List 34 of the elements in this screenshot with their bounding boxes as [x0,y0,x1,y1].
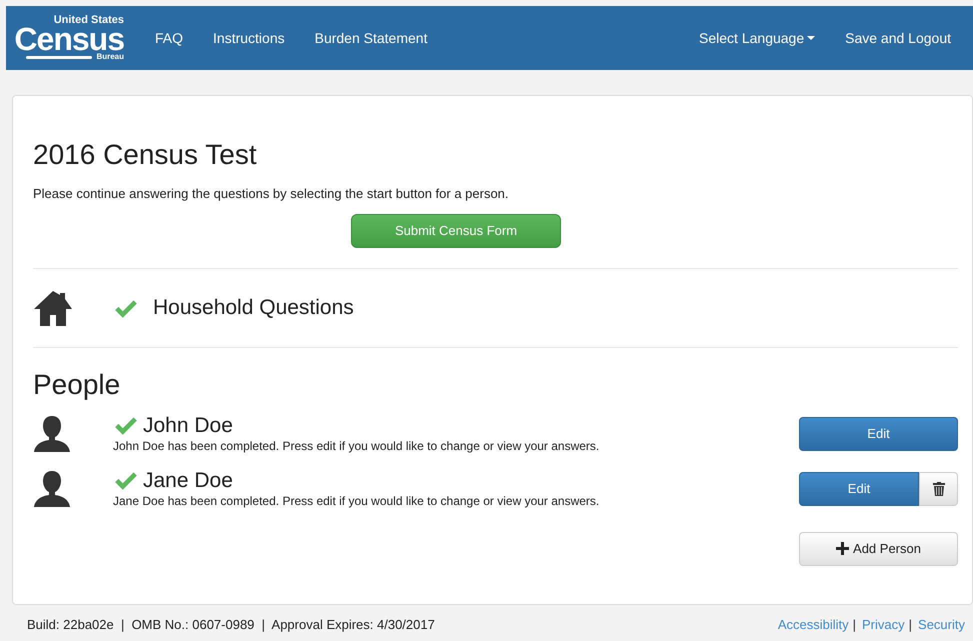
footer-info: Build: 22ba02e | OMB No.: 0607-0989 | Approval Expires: 4/30/2017 [27,616,435,634]
page-title: 2016 Census Test [33,138,258,172]
footer-link[interactable]: Accessibility [778,615,849,634]
house-icon [33,288,73,326]
logo-text: Census [14,26,124,54]
edit-button[interactable]: Edit [799,417,958,452]
delete-button[interactable] [919,472,958,506]
submit-button[interactable]: Submit Census Form [351,214,561,248]
logo-text: United States [54,14,124,26]
nav-link[interactable]: Instructions [198,28,300,48]
language-dropdown[interactable]: Select Language [684,28,830,48]
edit-button[interactable]: Edit [799,472,919,506]
separator-text: | [908,616,912,634]
separator-text: | [852,616,856,634]
caret-icon [807,36,816,40]
footer-link[interactable]: Privacy [862,615,905,634]
plus-icon [836,542,850,556]
person-name: Jane Doe [143,468,233,492]
person-name: John Doe [143,414,233,437]
nav-link[interactable]: FAQ [140,28,198,48]
status-text: John Doe has been completed. Press edit if you would like to change or view your answers. [113,438,600,455]
section-heading[interactable]: Household Questions [153,292,354,324]
trash-icon [932,482,944,496]
people-heading: People [33,368,122,402]
status-text: Jane Doe has been completed. Press edit if you would like to change or view your answers. [113,492,600,510]
person-icon [33,470,71,508]
logo-text: Bureau [96,53,124,62]
person-icon [33,415,71,454]
logo-underline [26,56,92,59]
nav-link[interactable]: Save and Logout [830,28,953,48]
nav-link[interactable]: Burden Statement [300,28,442,48]
footer-link[interactable]: Security [918,615,965,634]
instructions-text: Please continue answering the questions by selecting the start button for a person. [33,185,510,203]
add-person-button[interactable]: Add Person [799,532,958,566]
